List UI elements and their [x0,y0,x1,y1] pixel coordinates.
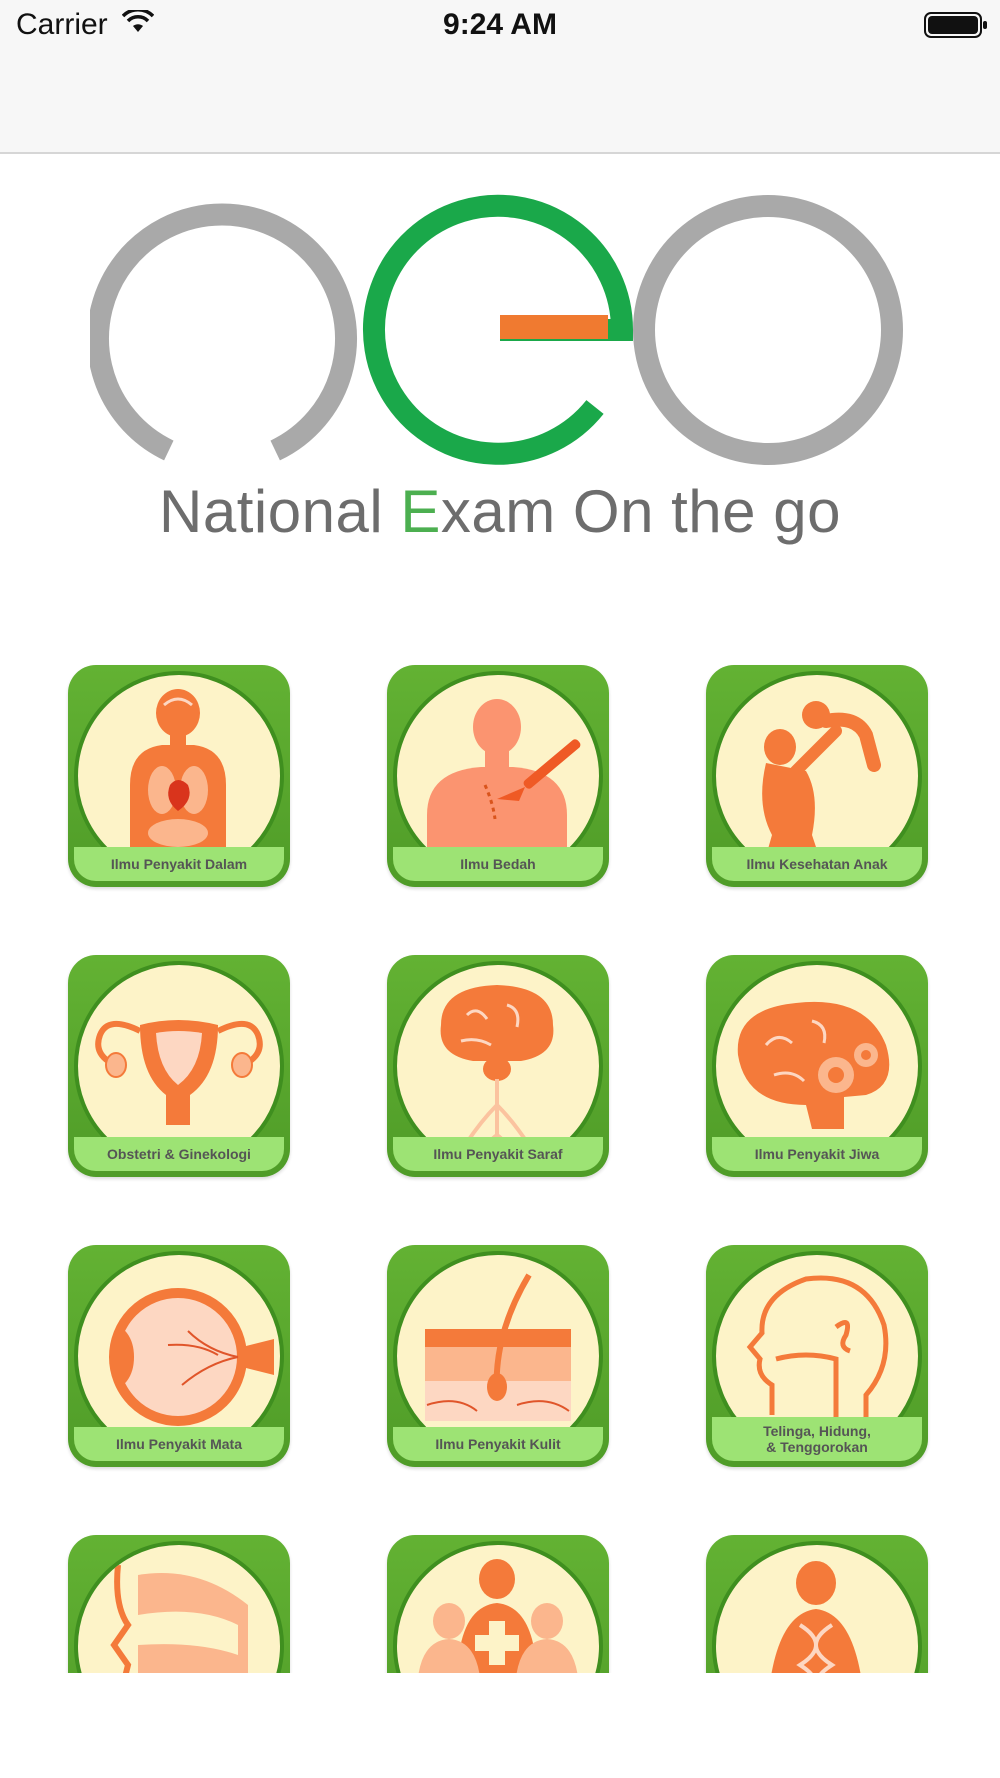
category-label: Obstetri & Ginekologi [74,1137,284,1171]
category-tile-kulit[interactable]: Ilmu Penyakit Kulit [387,1245,609,1467]
tagline-e: E [400,478,441,545]
category-tile-jiwa[interactable]: Ilmu Penyakit Jiwa [706,955,928,1177]
tagline: National Exam On the go [0,477,1000,546]
category-tile-obstetri[interactable]: Obstetri & Ginekologi [68,955,290,1177]
tagline-pre: National [159,478,401,545]
battery-icon [924,12,987,38]
category-tile-bedah[interactable]: Ilmu Bedah [387,665,609,887]
category-icon-frame [712,1541,922,1673]
category-tile-saraf[interactable]: Ilmu Penyakit Saraf [387,955,609,1177]
category-label: Ilmu Bedah [393,847,603,881]
tagline-post: xam On the go [440,478,841,545]
category-label: Ilmu Penyakit Dalam [74,847,284,881]
category-label: Ilmu Penyakit Saraf [393,1137,603,1171]
category-tile-oral[interactable] [68,1535,290,1673]
oral-cavity-icon [110,1564,248,1673]
genetics-icon [771,1561,861,1673]
category-tile-mata[interactable]: Ilmu Penyakit Mata [68,1245,290,1467]
category-label: Ilmu Kesehatan Anak [712,847,922,881]
category-grid: Ilmu Penyakit Dalam Ilmu Bedah Ilmu Kese… [0,640,1000,1673]
category-label-line2: & Tenggorokan [766,1439,868,1455]
category-label: Telinga, Hidung, & Tenggorokan [712,1417,922,1461]
status-time: 9:24 AM [443,8,557,41]
public-health-icon [418,1559,578,1673]
category-tile-penyakit-dalam[interactable]: Ilmu Penyakit Dalam [68,665,290,887]
category-label: Ilmu Penyakit Mata [74,1427,284,1461]
category-tile-public-health[interactable] [387,1535,609,1673]
category-tile-kesehatan-anak[interactable]: Ilmu Kesehatan Anak [706,665,928,887]
category-icon-frame [393,1541,603,1673]
category-tile-genetics[interactable] [706,1535,928,1673]
category-tile-tht[interactable]: Telinga, Hidung, & Tenggorokan [706,1245,928,1467]
category-label-line1: Telinga, Hidung, [763,1423,871,1439]
category-label: Ilmu Penyakit Kulit [393,1427,603,1461]
status-bar: Carrier 9:24 AM [0,0,1000,154]
neo-logo [90,194,903,465]
category-icon-frame [74,1541,284,1673]
category-label: Ilmu Penyakit Jiwa [712,1137,922,1171]
